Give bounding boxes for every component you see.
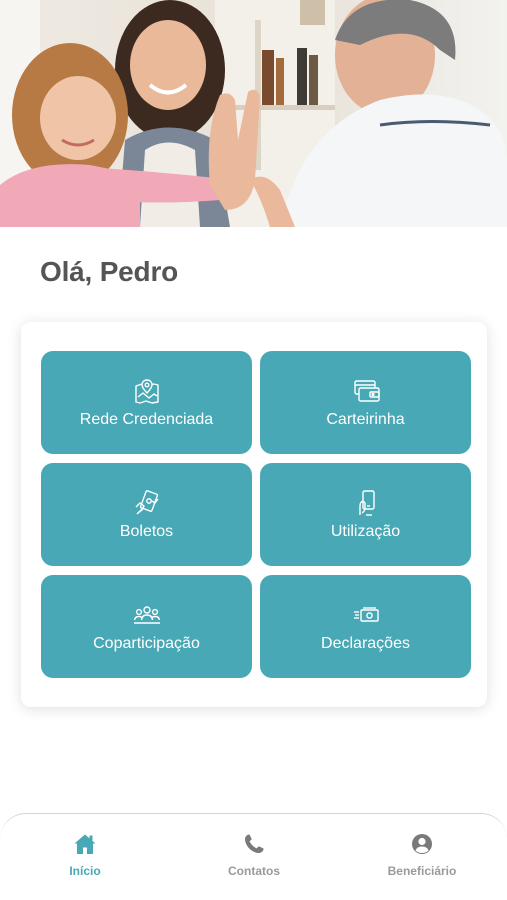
home-icon [74, 834, 96, 854]
carteirinha-label: Carteirinha [326, 410, 405, 428]
nav-item-contatos[interactable]: Contatos [194, 832, 314, 878]
card-wallet-icon [353, 379, 380, 402]
hand-phone-icon [358, 489, 375, 516]
rede-credenciada-button[interactable]: Rede Credenciada [41, 351, 252, 454]
map-pin-icon [134, 378, 159, 404]
boletos-button[interactable]: Boletos [41, 463, 252, 566]
nav-item-beneficiario[interactable]: Beneficiário [362, 832, 482, 878]
coparticipacao-button[interactable]: Coparticipação [41, 575, 252, 678]
rede-credenciada-label: Rede Credenciada [79, 410, 214, 428]
carteirinha-button[interactable]: Carteirinha [260, 351, 471, 454]
people-group-icon [133, 605, 160, 624]
hero-banner-image [0, 0, 507, 227]
nav-label-contatos: Contatos [228, 864, 280, 878]
boletos-label: Boletos [119, 522, 174, 540]
nav-label-inicio: Início [69, 864, 101, 878]
declaracoes-button[interactable]: Declarações [260, 575, 471, 678]
coparticipacao-label: Coparticipação [93, 634, 200, 652]
user-circle-icon [412, 834, 432, 854]
utilizacao-button[interactable]: Utilização [260, 463, 471, 566]
money-bill-icon [353, 606, 379, 622]
bottom-navigation-bar: Início Contatos Beneficiário [0, 813, 507, 900]
services-menu-card: Rede Credenciada Carteirinha Boletos Uti… [21, 322, 487, 707]
nav-item-inicio[interactable]: Início [25, 832, 145, 878]
declaracoes-label: Declarações [321, 634, 410, 652]
phone-icon [245, 834, 264, 853]
cash-hands-icon [135, 489, 159, 514]
utilizacao-label: Utilização [330, 522, 401, 540]
nav-label-beneficiario: Beneficiário [387, 864, 457, 878]
greeting-heading: Olá, Pedro [40, 256, 179, 287]
